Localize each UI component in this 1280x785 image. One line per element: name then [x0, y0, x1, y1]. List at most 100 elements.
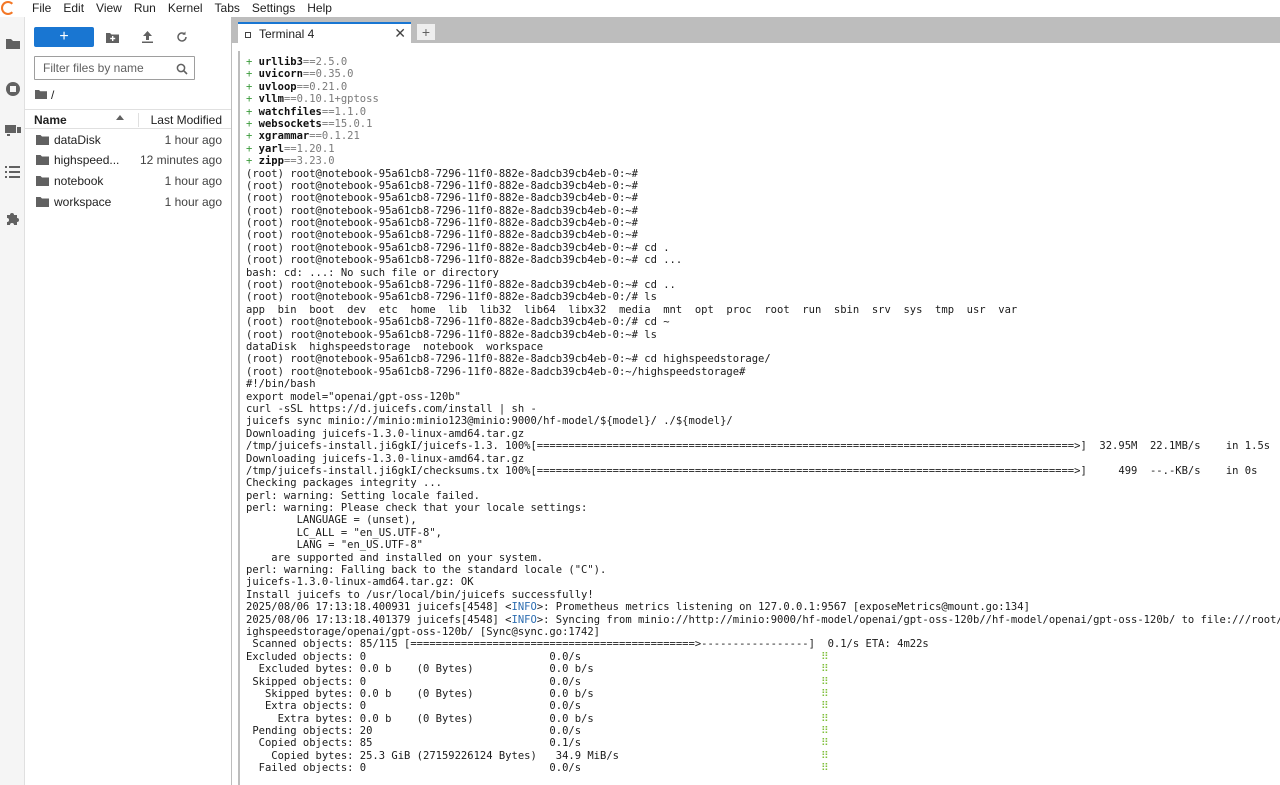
refresh-icon[interactable]	[172, 28, 192, 46]
file-browser-panel: + / Name Last Modified dataDisk 1 hour a…	[25, 17, 232, 785]
terminal-text: Downloading juicefs-1.3.0-linux-amd64.ta…	[246, 427, 525, 440]
file-name: dataDisk	[54, 133, 101, 147]
terminal-line: 2025/08/06 17:13:18.400931 juicefs[4548]…	[246, 601, 1280, 613]
folder-icon[interactable]	[0, 30, 25, 56]
tab-terminal-4[interactable]: Terminal 4 ✕	[238, 22, 411, 44]
terminal-line: Excluded objects: 0 0.0/s ⠿	[246, 651, 1280, 663]
menu-kernel[interactable]: Kernel	[162, 1, 209, 16]
breadcrumb-root[interactable]: /	[51, 88, 54, 102]
terminal-line: Extra bytes: 0.0 b (0 Bytes) 0.0 b/s ⠿	[246, 713, 1280, 725]
terminal-line: (root) root@notebook-95a61cb8-7296-11f0-…	[246, 205, 1280, 217]
terminal-line: (root) root@notebook-95a61cb8-7296-11f0-…	[246, 192, 1280, 204]
menu-run[interactable]: Run	[128, 1, 162, 16]
log-level-tag: INFO	[511, 613, 537, 626]
terminal-text: (root) root@notebook-95a61cb8-7296-11f0-…	[246, 353, 771, 366]
terminal-line: Skipped bytes: 0.0 b (0 Bytes) 0.0 b/s ⠿	[246, 688, 1280, 700]
terminal-text: Excluded objects: 0 0.0/s	[246, 650, 582, 663]
file-row[interactable]: notebook 1 hour ago	[25, 171, 231, 191]
column-name-header[interactable]: Name	[34, 113, 67, 127]
log-prefix: 2025/08/06 17:13:18.401379 juicefs[4548]…	[246, 613, 512, 626]
package-name: vllm	[258, 93, 284, 106]
log-message: >: Syncing from minio://http://minio:900…	[536, 613, 1280, 626]
terminal-text: juicefs sync minio://minio:minio123@mini…	[246, 415, 733, 428]
upload-icon[interactable]	[137, 28, 157, 46]
terminal-text: (root) root@notebook-95a61cb8-7296-11f0-…	[246, 279, 676, 292]
terminal-text: perl: warning: Please check that your lo…	[246, 502, 588, 515]
package-version: ==3.23.0	[283, 155, 335, 168]
terminal-text: (root) root@notebook-95a61cb8-7296-11f0-…	[246, 204, 638, 217]
package-name: urllib3	[258, 56, 303, 68]
menu-help[interactable]: Help	[301, 1, 338, 16]
terminal-text: bash: cd: ...: No such file or directory	[246, 266, 499, 279]
jupyter-logo-icon	[0, 0, 22, 17]
terminal-line: curl -sSL https://d.juicefs.com/install …	[246, 403, 1280, 415]
terminal-text: (root) root@notebook-95a61cb8-7296-11f0-…	[246, 241, 670, 254]
terminal-text: Scanned objects: 85/115 [===============…	[246, 638, 929, 651]
toc-icon[interactable]	[0, 159, 25, 185]
new-launcher-button[interactable]: +	[34, 27, 94, 47]
terminal-line: ighspeedstorage/openai/gpt-oss-120b/ [Sy…	[246, 626, 1280, 638]
terminal-text: LC_ALL = "en_US.UTF-8",	[246, 526, 442, 539]
package-name: yarl	[258, 142, 284, 155]
terminal-line: (root) root@notebook-95a61cb8-7296-11f0-…	[246, 242, 1280, 254]
package-version: ==1.1.0	[321, 105, 367, 118]
home-folder-icon[interactable]	[35, 88, 47, 102]
commands-icon[interactable]	[0, 117, 25, 143]
package-name: uvicorn	[258, 68, 303, 81]
folder-icon	[36, 196, 49, 207]
terminal-text: are supported and installed on your syst…	[246, 551, 544, 564]
terminal-line: (root) root@notebook-95a61cb8-7296-11f0-…	[246, 279, 1280, 291]
activity-bar	[0, 17, 25, 785]
package-plus: +	[246, 93, 259, 106]
package-version: ==15.0.1	[321, 117, 373, 130]
terminal-text: LANG = "en_US.UTF-8"	[246, 539, 424, 552]
terminal-text: Failed objects: 0 0.0/s	[246, 762, 582, 775]
terminal-text: export model="openai/gpt-oss-120b"	[246, 390, 461, 403]
terminal-text: Skipped bytes: 0.0 b (0 Bytes) 0.0 b/s	[246, 687, 594, 700]
breadcrumb: /	[35, 87, 54, 103]
terminal-text: (root) root@notebook-95a61cb8-7296-11f0-…	[246, 254, 683, 267]
file-row[interactable]: highspeed... 12 minutes ago	[25, 150, 231, 170]
package-plus: +	[246, 130, 259, 143]
terminal-line: are supported and installed on your syst…	[246, 552, 1280, 564]
terminal-line: LANG = "en_US.UTF-8"	[246, 539, 1280, 551]
menu-view[interactable]: View	[90, 1, 128, 16]
package-plus: +	[246, 142, 259, 155]
terminal-line: 2025/08/06 17:13:18.401379 juicefs[4548]…	[246, 614, 1280, 626]
add-tab-button[interactable]: +	[416, 23, 436, 41]
terminal-line: app bin boot dev etc home lib lib32 lib6…	[246, 304, 1280, 316]
package-name: websockets	[258, 117, 322, 130]
terminal-panel[interactable]: + urllib3==2.5.0 + uvicorn==0.35.0 + uvloo…	[232, 43, 1280, 785]
terminal-text: Skipped objects: 0 0.0/s	[246, 675, 582, 688]
menu-settings[interactable]: Settings	[246, 1, 301, 16]
folder-icon	[36, 134, 49, 145]
filter-files-field[interactable]	[34, 56, 195, 80]
terminal-text: Copied objects: 85 0.1/s	[246, 737, 582, 750]
file-browser-toolbar: +	[34, 26, 94, 48]
close-icon[interactable]: ✕	[394, 25, 406, 42]
running-icon[interactable]	[0, 76, 25, 102]
terminal-text: app bin boot dev etc home lib lib32 lib6…	[246, 303, 1018, 316]
terminal-output[interactable]: + urllib3==2.5.0 + uvicorn==0.35.0 + uvloo…	[246, 56, 1280, 775]
menu-tabs[interactable]: Tabs	[209, 1, 246, 16]
menu-file[interactable]: File	[22, 1, 57, 16]
log-message: >: Prometheus metrics listening on 127.0…	[536, 601, 1030, 614]
terminal-line: Copied bytes: 25.3 GiB (27159226124 Byte…	[246, 750, 1280, 762]
new-folder-icon[interactable]	[102, 28, 122, 46]
spinner-glyph: ⠿	[821, 663, 829, 676]
package-plus: +	[246, 56, 259, 68]
column-modified-header[interactable]: Last Modified	[138, 113, 222, 127]
terminal-line: Extra objects: 0 0.0/s ⠿	[246, 700, 1280, 712]
extensions-icon[interactable]	[0, 205, 25, 231]
file-modified: 12 minutes ago	[139, 153, 222, 167]
file-row[interactable]: dataDisk 1 hour ago	[25, 130, 231, 150]
search-icon	[176, 62, 188, 80]
terminal-text: Pending objects: 20 0.0/s	[246, 725, 582, 738]
menu-edit[interactable]: Edit	[57, 1, 90, 16]
terminal-line: + xgrammar==0.1.21	[246, 130, 1280, 142]
file-modified: 1 hour ago	[164, 133, 222, 147]
terminal-line: perl: warning: Falling back to the stand…	[246, 564, 1280, 576]
file-row[interactable]: workspace 1 hour ago	[25, 192, 231, 212]
filter-files-input[interactable]	[43, 61, 179, 75]
file-modified: 1 hour ago	[164, 195, 222, 209]
